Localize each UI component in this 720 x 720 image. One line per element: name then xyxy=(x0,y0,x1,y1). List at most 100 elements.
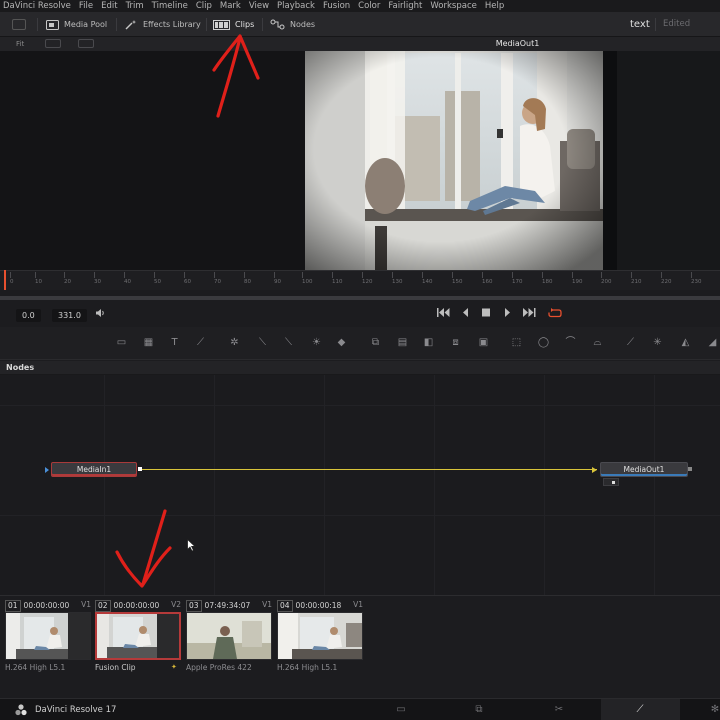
bspline-mask-icon[interactable]: ⌓ xyxy=(591,337,604,349)
play-icon[interactable] xyxy=(504,308,511,320)
timeline-scrollbar[interactable] xyxy=(0,296,720,300)
stop-icon[interactable] xyxy=(482,308,490,320)
menu-trim[interactable]: Trim xyxy=(126,0,144,12)
transport-bar: 0.0 331.0 xyxy=(0,303,720,327)
clips-label: Clips xyxy=(235,20,255,29)
merge-tool-icon[interactable]: ⧉ xyxy=(369,337,382,349)
playhead[interactable] xyxy=(4,270,6,290)
cut-page-icon[interactable]: ✂ xyxy=(552,703,566,717)
status-bar: DaVinci Resolve 17 ▭ ⧉ ✂ ⟋ ✻ xyxy=(0,698,720,720)
node-connection[interactable] xyxy=(140,469,597,470)
menu-workspace[interactable]: Workspace xyxy=(430,0,476,12)
clip-thumbnail-selected[interactable]: 02 00:00:00:00 V2 Fusion Clip ✦ xyxy=(95,597,181,677)
timeline-ruler[interactable]: 0 10 20 30 40 50 60 70 80 90 100 110 120… xyxy=(0,270,720,290)
color-page-icon[interactable]: ✻ xyxy=(708,703,720,717)
clip-thumbnail[interactable]: 01 00:00:00:00 V1 H.264 High L5.1 xyxy=(5,597,91,677)
go-to-end-icon[interactable] xyxy=(523,308,536,320)
resize-tool-icon[interactable]: ▣ xyxy=(477,337,490,349)
audio-icon[interactable] xyxy=(95,308,106,321)
matte-tool-icon[interactable]: ◆ xyxy=(335,337,348,349)
clips-button[interactable]: Clips xyxy=(213,12,254,37)
menu-fairlight[interactable]: Fairlight xyxy=(388,0,422,12)
node-input-port[interactable] xyxy=(592,467,597,473)
clip-codec: Apple ProRes 422 xyxy=(186,663,252,672)
clip-image xyxy=(95,612,181,660)
node-output-port[interactable] xyxy=(688,467,692,471)
app-version-label: DaVinci Resolve 17 xyxy=(35,705,117,715)
clip-thumbnail[interactable]: 03 07:49:34:07 V1 Apple ProRes 422 xyxy=(186,597,272,677)
blur-tool-icon[interactable]: ⟍ xyxy=(256,337,269,349)
tracker-tool-icon[interactable]: ⟋ xyxy=(624,337,637,349)
ruler-tick: 40 xyxy=(124,272,131,285)
particle-tool-icon[interactable]: ✲ xyxy=(228,337,241,349)
menu-davinci-resolve[interactable]: DaVinci Resolve xyxy=(3,0,71,12)
toolbar: Media Pool Effects Library Clips Nodes t… xyxy=(0,12,720,37)
rectangle-mask-icon[interactable]: ⬚ xyxy=(510,337,523,349)
divider xyxy=(655,18,656,31)
ruler-tick: 70 xyxy=(214,272,221,285)
menu-color[interactable]: Color xyxy=(358,0,380,12)
ellipse-mask-icon[interactable]: ◯ xyxy=(537,337,550,349)
clip-header: 04 00:00:00:18 V1 xyxy=(277,600,363,612)
nodes-panel-header xyxy=(0,361,720,375)
node-output-port[interactable] xyxy=(138,467,142,471)
clip-timecode: 00:00:00:18 xyxy=(295,601,342,610)
planar-tool-icon[interactable]: ✳ xyxy=(651,337,664,349)
end-frame-field[interactable]: 331.0 xyxy=(52,309,87,322)
menu-fusion[interactable]: Fusion xyxy=(323,0,350,12)
background-tool-icon[interactable]: ▭ xyxy=(115,337,128,349)
media-pool-button[interactable]: Media Pool xyxy=(46,12,107,37)
clip-codec: H.264 High L5.1 xyxy=(5,663,66,672)
davinci-logo-icon xyxy=(15,704,27,716)
ruler-tick: 20 xyxy=(64,272,71,285)
text-tool-icon[interactable]: T xyxy=(168,337,181,349)
effects-library-icon xyxy=(125,19,138,30)
ruler-tick: 130 xyxy=(392,272,403,285)
menu-view[interactable]: View xyxy=(249,0,269,12)
ruler-tick: 90 xyxy=(274,272,281,285)
menu-file[interactable]: File xyxy=(79,0,93,12)
ruler-tick: 210 xyxy=(631,272,642,285)
edited-status: Edited xyxy=(663,19,691,29)
clip-number: 02 xyxy=(95,600,111,612)
menu-clip[interactable]: Clip xyxy=(196,0,212,12)
menu-edit[interactable]: Edit xyxy=(101,0,117,12)
ruler-tick: 220 xyxy=(661,272,672,285)
channel-tool-icon[interactable]: ▤ xyxy=(396,337,409,349)
clip-timecode: 07:49:34:07 xyxy=(204,601,251,610)
current-frame-field[interactable]: 0.0 xyxy=(16,309,41,322)
transform-tool-icon[interactable]: ⧈ xyxy=(449,337,462,349)
fusion-tools-bar: ▭ ▦ T ⟋ ✲ ⟍ ⟍ ☀ ◆ ⧉ ▤ ◧ ⧈ ▣ ⬚ ◯ ⌒ ⌓ ⟋ ✳ … xyxy=(0,327,720,360)
image-tool-icon[interactable]: ▦ xyxy=(142,337,155,349)
node-mediain[interactable]: MediaIn1 xyxy=(51,462,137,477)
clip-header: 02 00:00:00:00 V2 xyxy=(95,600,181,612)
brightness-tool-icon[interactable]: ☀ xyxy=(310,337,323,349)
loop-icon[interactable] xyxy=(548,308,562,321)
menu-help[interactable]: Help xyxy=(485,0,504,12)
edit-page-icon[interactable]: ⧉ xyxy=(472,703,486,717)
menu-playback[interactable]: Playback xyxy=(277,0,315,12)
ruler-tick: 60 xyxy=(184,272,191,285)
paint-tool-icon[interactable]: ⟋ xyxy=(194,337,207,349)
panel-toggle-icon[interactable] xyxy=(12,19,26,30)
menu-timeline[interactable]: Timeline xyxy=(152,0,188,12)
node-mediaout[interactable]: MediaOut1 xyxy=(600,462,688,477)
nodes-label: Nodes xyxy=(290,20,316,29)
effects-library-button[interactable]: Effects Library xyxy=(125,12,201,37)
menu-mark[interactable]: Mark xyxy=(220,0,241,12)
step-back-icon[interactable] xyxy=(462,308,469,320)
media-pool-icon xyxy=(46,19,59,30)
color-tool-icon[interactable]: ⟍ xyxy=(282,337,295,349)
nodes-icon xyxy=(270,19,285,30)
nodes-button[interactable]: Nodes xyxy=(270,12,315,37)
polygon-mask-icon[interactable]: ⌒ xyxy=(564,337,577,349)
cut-page-icon[interactable]: ▭ xyxy=(394,703,408,717)
go-to-start-icon[interactable] xyxy=(437,308,450,320)
fusion-page-icon[interactable]: ⟋ xyxy=(633,703,647,717)
clip-track: V1 xyxy=(353,600,363,609)
render-tool-icon[interactable]: ◢ xyxy=(706,337,719,349)
3d-tool-icon[interactable]: ◭ xyxy=(679,337,692,349)
clip-thumbnail[interactable]: 04 00:00:00:18 V1 H.264 High L5.1 xyxy=(277,597,363,677)
composite-tool-icon[interactable]: ◧ xyxy=(422,337,435,349)
divider xyxy=(37,18,38,31)
